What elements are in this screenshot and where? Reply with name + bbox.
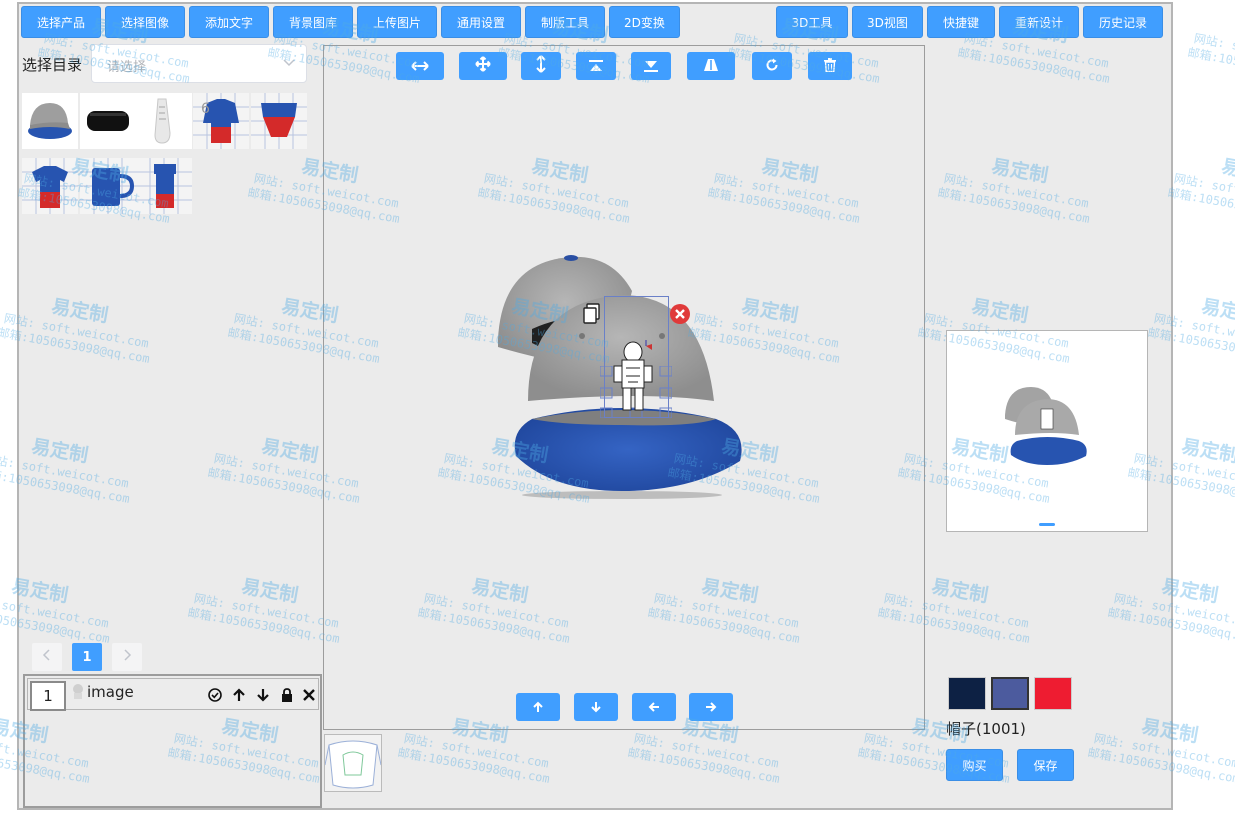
delete-button[interactable] bbox=[808, 52, 852, 80]
delete-layer-icon[interactable] bbox=[301, 687, 317, 703]
watermark-email: 邮箱:1050653098@qq.com bbox=[1166, 185, 1235, 226]
color-swatch-red[interactable] bbox=[1034, 677, 1072, 710]
move-icon bbox=[475, 56, 491, 76]
flip-vertical-button[interactable] bbox=[521, 52, 561, 80]
design-canvas[interactable] bbox=[323, 45, 925, 730]
flip-horizontal-button[interactable] bbox=[396, 52, 444, 80]
chevron-down-icon bbox=[282, 54, 296, 73]
3d-view-button[interactable]: 3D视图 bbox=[852, 6, 923, 38]
move-layer-up-icon[interactable] bbox=[231, 687, 247, 703]
arrow-up-icon bbox=[532, 698, 544, 717]
svg-text:6: 6 bbox=[201, 101, 210, 117]
upload-image-button[interactable]: 上传图片 bbox=[357, 6, 437, 38]
layer-thumbnail-icon bbox=[68, 681, 88, 705]
product-thumb-shorts[interactable] bbox=[251, 93, 307, 149]
perspective-icon bbox=[703, 57, 719, 76]
trash-icon bbox=[824, 57, 836, 76]
buy-button[interactable]: 购买 bbox=[946, 749, 1003, 781]
align-bottom-button[interactable] bbox=[631, 52, 671, 80]
background-library-button[interactable]: 背景图库 bbox=[273, 6, 353, 38]
product-thumb-tumbler[interactable] bbox=[136, 158, 192, 214]
3d-tools-button[interactable]: 3D工具 bbox=[776, 6, 848, 38]
arrow-right-icon bbox=[705, 698, 717, 717]
watermark-brand: 易定制 bbox=[1219, 155, 1235, 188]
product-thumb-bag[interactable] bbox=[80, 93, 136, 149]
history-button[interactable]: 历史记录 bbox=[1083, 6, 1163, 38]
redesign-button[interactable]: 重新设计 bbox=[999, 6, 1079, 38]
arrow-down-icon bbox=[590, 698, 602, 717]
layer-index: 1 bbox=[30, 681, 66, 711]
align-top-button[interactable] bbox=[576, 52, 616, 80]
design-graphic[interactable] bbox=[608, 338, 658, 418]
select-image-button[interactable]: 选择图像 bbox=[105, 6, 185, 38]
watermark-brand: 易定制 bbox=[1192, 7, 1235, 57]
plate-tools-button[interactable]: 制版工具 bbox=[525, 6, 605, 38]
nudge-down-button[interactable] bbox=[574, 693, 618, 721]
catalog-label: 选择目录 bbox=[22, 56, 83, 74]
shortcuts-button[interactable]: 快捷键 bbox=[927, 6, 995, 38]
product-thumb-sneaker[interactable] bbox=[136, 93, 192, 149]
page-number-button[interactable]: 1 bbox=[72, 643, 102, 671]
align-bottom-icon bbox=[643, 57, 659, 76]
watermark-site: 网站: soft.weicot.com bbox=[1192, 31, 1235, 71]
layer-row[interactable]: 1 image bbox=[27, 678, 319, 711]
add-text-button[interactable]: 添加文字 bbox=[189, 6, 269, 38]
watermark-tile: 易定制网站: soft.weicot.com邮箱:1050653098@qq.c… bbox=[1187, 7, 1235, 87]
color-swatch-blue-selected[interactable] bbox=[991, 677, 1029, 710]
layer-panel: 1 image bbox=[23, 674, 322, 808]
lock-icon[interactable] bbox=[279, 687, 295, 703]
color-swatch-navy[interactable] bbox=[948, 677, 986, 710]
save-button[interactable]: 保存 bbox=[1017, 749, 1074, 781]
3d-preview[interactable] bbox=[946, 330, 1148, 532]
prev-page-button[interactable] bbox=[32, 643, 62, 671]
product-name: 帽子(1001) bbox=[946, 720, 1026, 738]
product-thumb-cap[interactable] bbox=[22, 93, 78, 149]
move-button[interactable] bbox=[459, 52, 507, 80]
product-thumb-hoodie[interactable]: 6 bbox=[193, 93, 249, 149]
watermark-site: 网站: soft.weicot.com bbox=[1172, 171, 1235, 211]
catalog-placeholder: 请选择 bbox=[107, 60, 147, 75]
general-settings-button[interactable]: 通用设置 bbox=[441, 6, 521, 38]
align-top-icon bbox=[588, 57, 604, 76]
rotate-icon bbox=[765, 57, 779, 76]
nudge-right-button[interactable] bbox=[689, 693, 733, 721]
chevron-left-icon bbox=[42, 649, 52, 665]
flip-vertical-icon bbox=[535, 55, 547, 77]
pattern-thumbnail[interactable] bbox=[324, 734, 382, 792]
arrow-left-icon bbox=[648, 698, 660, 717]
copy-icon[interactable] bbox=[582, 303, 602, 329]
next-page-button[interactable] bbox=[112, 643, 142, 671]
catalog-select[interactable]: 请选择 bbox=[91, 44, 307, 83]
chevron-right-icon bbox=[122, 649, 132, 665]
nudge-left-button[interactable] bbox=[632, 693, 676, 721]
flip-horizontal-icon bbox=[411, 57, 429, 76]
rotate-button[interactable] bbox=[752, 52, 792, 80]
product-thumb-mug[interactable] bbox=[80, 158, 136, 214]
product-thumb-tshirt[interactable] bbox=[22, 158, 78, 214]
close-icon[interactable] bbox=[669, 303, 691, 329]
perspective-button[interactable] bbox=[687, 52, 735, 80]
layer-name: image bbox=[87, 683, 134, 701]
app-root: 选择产品 选择图像 添加文字 背景图库 上传图片 通用设置 制版工具 2D变换 … bbox=[0, 0, 1235, 832]
select-product-button[interactable]: 选择产品 bbox=[21, 6, 101, 38]
watermark-email: 邮箱:1050653098@qq.com bbox=[1186, 45, 1235, 86]
watermark-tile: 易定制网站: soft.weicot.com邮箱:1050653098@qq.c… bbox=[1167, 147, 1235, 227]
carousel-indicator[interactable] bbox=[1039, 523, 1055, 526]
check-circle-icon[interactable] bbox=[207, 687, 223, 703]
move-layer-down-icon[interactable] bbox=[255, 687, 271, 703]
2d-transform-button[interactable]: 2D变换 bbox=[609, 6, 680, 38]
nudge-up-button[interactable] bbox=[516, 693, 560, 721]
